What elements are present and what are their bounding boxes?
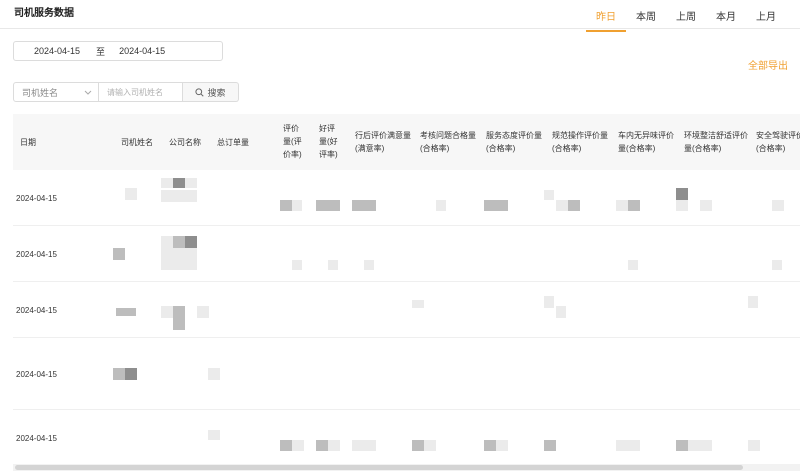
search-field-select[interactable]: 司机姓名 <box>13 82 99 102</box>
date-range-picker[interactable]: 2024-04-15 至 2024-04-15 <box>13 41 223 61</box>
table-header: 日期 司机姓名 公司名称 总订单量 评价量(评价率) 好评量(好评率) 行后评价… <box>13 114 800 170</box>
col-date: 日期 <box>20 138 36 147</box>
redacted-cell <box>676 200 688 211</box>
row-date: 2024-04-15 <box>16 194 57 203</box>
col-standard-operation: 规范操作评价量(合格率) <box>552 131 608 153</box>
redacted-cell <box>616 440 640 451</box>
redacted-cell <box>484 200 508 211</box>
redacted-cell <box>173 178 185 188</box>
redacted-cell <box>676 440 688 451</box>
driver-service-table: 日期 司机姓名 公司名称 总订单量 评价量(评价率) 好评量(好评率) 行后评价… <box>13 114 800 466</box>
redacted-cell <box>352 440 376 451</box>
redacted-cell <box>616 200 628 211</box>
row-date: 2024-04-15 <box>16 434 57 443</box>
redacted-cell <box>161 190 197 202</box>
redacted-cell <box>412 300 424 308</box>
col-driver-name: 司机姓名 <box>121 138 153 147</box>
redacted-cell <box>436 200 446 211</box>
col-rating-count: 评价量(评价率) <box>283 124 302 159</box>
date-start: 2024-04-15 <box>34 46 81 56</box>
redacted-cell <box>173 306 185 330</box>
table-row[interactable]: 2024-04-15 <box>13 338 800 410</box>
redacted-cell <box>161 248 197 270</box>
redacted-cell <box>484 440 496 451</box>
col-assessment-qualified: 考核问题合格量(合格率) <box>420 131 476 153</box>
redacted-cell <box>412 440 424 451</box>
redacted-cell <box>316 200 340 211</box>
redacted-cell <box>328 260 338 270</box>
redacted-cell <box>556 200 568 211</box>
driver-name-input[interactable] <box>99 82 183 102</box>
redacted-cell <box>628 200 640 211</box>
redacted-cell <box>544 440 556 451</box>
redacted-cell <box>544 296 554 308</box>
redacted-cell <box>125 368 137 380</box>
redacted-cell <box>676 188 688 200</box>
date-end: 2024-04-15 <box>119 46 166 56</box>
page-title: 司机服务数据 <box>14 8 74 19</box>
col-post-trip-satisfaction: 行后评价满意量(满意率) <box>355 131 411 153</box>
redacted-cell <box>628 260 638 270</box>
redacted-cell <box>688 440 712 451</box>
search-filter-bar: 司机姓名 搜索 <box>13 82 239 102</box>
redacted-cell <box>208 430 220 440</box>
redacted-cell <box>185 236 197 248</box>
redacted-cell <box>556 306 566 318</box>
chevron-down-icon <box>84 90 92 95</box>
redacted-cell <box>280 200 292 211</box>
row-date: 2024-04-15 <box>16 306 57 315</box>
table-row[interactable]: 2024-04-15 <box>13 170 800 226</box>
redacted-cell <box>772 200 784 211</box>
redacted-cell <box>748 440 760 451</box>
col-good-rating: 好评量(好评率) <box>319 124 338 159</box>
col-safe-driving: 安全驾驶评价量(合格率) <box>756 131 800 153</box>
redacted-cell <box>113 248 125 260</box>
header-divider <box>0 28 800 29</box>
redacted-cell <box>161 178 173 188</box>
redacted-cell <box>352 200 376 211</box>
redacted-cell <box>424 440 436 451</box>
scrollbar-thumb[interactable] <box>15 465 743 470</box>
redacted-cell <box>568 200 580 211</box>
search-button[interactable]: 搜索 <box>183 82 239 102</box>
col-company-name: 公司名称 <box>169 138 201 147</box>
redacted-cell <box>328 440 340 451</box>
table-row[interactable]: 2024-04-15 <box>13 410 800 466</box>
search-icon <box>195 87 205 97</box>
col-service-attitude: 服务态度评价量(合格率) <box>486 131 542 153</box>
col-total-orders: 总订单量 <box>217 138 249 147</box>
col-clean-environment: 环境整洁舒适评价量(合格率) <box>684 131 748 153</box>
redacted-cell <box>125 188 137 200</box>
search-button-label: 搜索 <box>207 87 226 98</box>
redacted-cell <box>292 260 302 270</box>
table-row[interactable]: 2024-04-15 <box>13 226 800 282</box>
row-date: 2024-04-15 <box>16 250 57 259</box>
row-date: 2024-04-15 <box>16 370 57 379</box>
redacted-cell <box>113 368 125 380</box>
redacted-cell <box>197 306 209 318</box>
redacted-cell <box>161 236 173 248</box>
redacted-cell <box>364 260 374 270</box>
search-field-select-value: 司机姓名 <box>22 87 59 98</box>
redacted-cell <box>116 308 136 316</box>
col-no-odor: 车内无异味评价量(合格率) <box>618 131 674 153</box>
redacted-cell <box>316 440 328 451</box>
driver-service-data-page: 司机服务数据 昨日 本周 上周 本月 上月 2024-04-15 至 2024-… <box>0 0 800 471</box>
date-separator: 至 <box>96 46 106 57</box>
horizontal-scrollbar[interactable] <box>13 464 800 471</box>
redacted-cell <box>208 368 220 380</box>
redacted-cell <box>161 306 173 318</box>
table-row[interactable]: 2024-04-15 <box>13 282 800 338</box>
redacted-cell <box>700 200 712 211</box>
redacted-cell <box>496 440 508 451</box>
redacted-cell <box>292 440 304 451</box>
redacted-cell <box>772 260 782 270</box>
redacted-cell <box>185 178 197 188</box>
redacted-cell <box>544 190 554 200</box>
redacted-cell <box>280 440 292 451</box>
redacted-cell <box>173 236 185 248</box>
export-all-link[interactable]: 全部导出 <box>748 57 788 72</box>
redacted-cell <box>292 200 302 211</box>
redacted-cell <box>748 296 758 308</box>
